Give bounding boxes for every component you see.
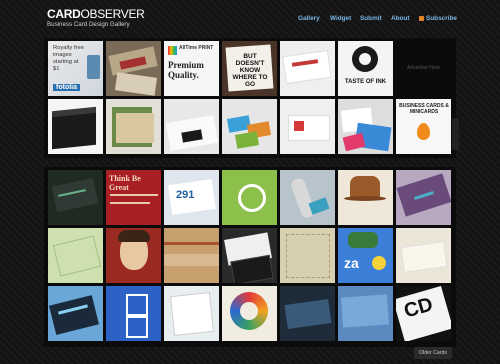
card-art xyxy=(341,294,389,328)
gallery-card[interactable] xyxy=(48,228,103,283)
card-art xyxy=(170,292,214,336)
gallery-card[interactable] xyxy=(338,99,393,154)
gallery-card[interactable] xyxy=(280,41,335,96)
gallery-card[interactable] xyxy=(280,99,335,154)
gallery-card[interactable] xyxy=(338,286,393,341)
card-art xyxy=(110,202,150,204)
card-art xyxy=(344,196,386,201)
gallery-card[interactable] xyxy=(396,170,451,225)
card-text: TASTE OF INK xyxy=(344,79,387,85)
gallery-card[interactable] xyxy=(338,170,393,225)
nav-subscribe[interactable]: Subscribe xyxy=(419,15,457,22)
card-art xyxy=(114,72,158,96)
site-header: CARDOBSERVER Business Card Design Galler… xyxy=(0,0,500,36)
nav-widget[interactable]: Widget xyxy=(330,15,351,22)
advertise-label: Advertise Here xyxy=(406,65,441,71)
nav-submit[interactable]: Submit xyxy=(360,15,382,22)
card-art xyxy=(240,302,258,320)
gallery-card[interactable] xyxy=(48,286,103,341)
alltime-logo-icon xyxy=(168,46,177,55)
card-text: BUSINESS CARDS & MINICARDS xyxy=(399,103,449,115)
side-tab[interactable] xyxy=(452,118,459,150)
card-art xyxy=(52,235,102,277)
card-art xyxy=(126,294,148,316)
gallery-card[interactable] xyxy=(48,99,103,154)
card-text: BUT DOESN'T KNOW WHERE TO GO xyxy=(232,53,268,88)
nav-about[interactable]: About xyxy=(391,15,409,22)
card-art xyxy=(286,234,330,278)
gallery-card[interactable]: BUSINESS CARDS & MINICARDS xyxy=(396,99,451,154)
gallery-card[interactable] xyxy=(164,286,219,341)
gallery-card[interactable] xyxy=(106,286,161,341)
card-art xyxy=(348,232,378,248)
card-art xyxy=(126,316,148,338)
gallery-card[interactable] xyxy=(106,99,161,154)
card-art xyxy=(164,242,219,245)
gallery-card[interactable]: 291 xyxy=(164,170,219,225)
flame-icon xyxy=(417,123,430,140)
gallery-card[interactable] xyxy=(280,286,335,341)
gallery-card[interactable] xyxy=(48,170,103,225)
card-art xyxy=(110,194,158,196)
gallery-card[interactable]: TASTE OF INK xyxy=(338,41,393,96)
gallery-card[interactable] xyxy=(164,228,219,283)
card-art xyxy=(234,131,260,149)
gallery-card[interactable]: BUT DOESN'T KNOW WHERE TO GO xyxy=(222,41,277,96)
card-art xyxy=(87,55,100,79)
rss-icon xyxy=(419,15,424,21)
gallery-card[interactable] xyxy=(222,286,277,341)
hat-icon xyxy=(350,176,380,198)
gallery-card[interactable] xyxy=(106,228,161,283)
nav-subscribe-label: Subscribe xyxy=(426,15,457,22)
gallery-card[interactable] xyxy=(222,228,277,283)
card-text: 291 xyxy=(176,189,195,201)
card-art xyxy=(118,230,150,242)
featured-gallery-panel: Royalty free images starting at $1 fotol… xyxy=(44,38,456,158)
card-art xyxy=(359,53,371,65)
gallery-card[interactable] xyxy=(396,228,451,283)
card-art xyxy=(400,241,448,273)
card-art xyxy=(308,197,330,215)
advertise-slot[interactable]: Advertise Here xyxy=(396,41,451,96)
card-art xyxy=(294,121,304,131)
gallery-card[interactable] xyxy=(222,170,277,225)
card-art xyxy=(284,299,332,329)
gallery-card[interactable] xyxy=(222,99,277,154)
card-art xyxy=(49,295,99,335)
gallery-card[interactable]: Think Be Great xyxy=(106,170,161,225)
card-text: fotolia xyxy=(53,84,80,91)
gallery-card[interactable] xyxy=(280,170,335,225)
gallery-card[interactable]: AllTime PRINT Premium Quality. xyxy=(164,41,219,96)
gallery-card[interactable] xyxy=(106,41,161,96)
card-text: za xyxy=(344,255,359,271)
gallery-card[interactable]: za xyxy=(338,228,393,283)
card-text: Think Be Great xyxy=(109,174,141,192)
card-art xyxy=(116,113,154,143)
card-art xyxy=(238,184,266,212)
gallery-card[interactable] xyxy=(280,228,335,283)
card-text: Royalty free images starting at $1 xyxy=(53,45,84,72)
card-art xyxy=(372,256,386,270)
nav-gallery[interactable]: Gallery xyxy=(298,15,320,22)
older-cards-button[interactable]: Older Cards xyxy=(414,347,452,359)
card-art xyxy=(164,254,219,266)
gallery-grid-panel: Think Be Great 291 za CD xyxy=(44,167,456,347)
gallery-card[interactable] xyxy=(164,99,219,154)
card-art xyxy=(282,49,332,85)
gallery-card[interactable]: CD xyxy=(396,286,451,341)
main-nav: Gallery Widget Submit About Subscribe xyxy=(0,15,500,27)
card-text: AllTime PRINT xyxy=(179,45,214,51)
card-text: Premium Quality. xyxy=(168,60,204,80)
gallery-card[interactable]: Royalty free images starting at $1 fotol… xyxy=(48,41,103,96)
card-art xyxy=(342,132,366,152)
